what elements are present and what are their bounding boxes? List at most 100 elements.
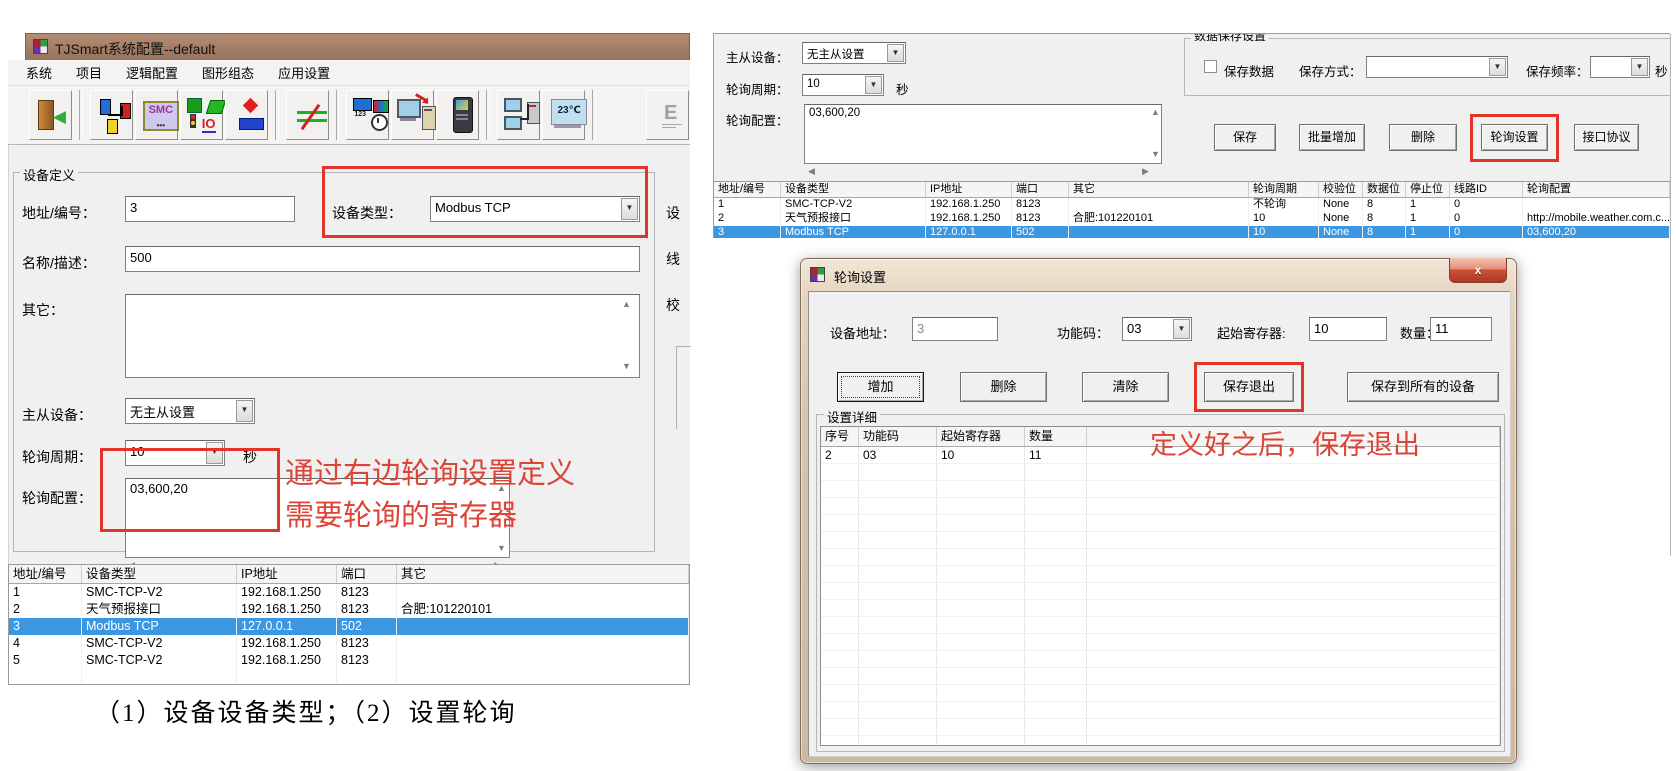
toolbar-marker-button[interactable] (225, 90, 268, 140)
column-header[interactable]: 起始寄存器 (937, 427, 1025, 446)
delete-button[interactable]: 删除 (1389, 124, 1457, 151)
column-header[interactable]: 地址/编号 (714, 182, 781, 197)
address-input[interactable]: 3 (125, 196, 295, 222)
toolbar-devices-button[interactable] (90, 90, 133, 140)
table-row[interactable]: 1SMC-TCP-V2192.168.1.2508123 (9, 584, 689, 601)
save-data-checkbox[interactable] (1204, 60, 1217, 73)
table-cell (937, 600, 1025, 617)
toolbar-smc-button[interactable]: SMC••• (135, 90, 178, 140)
column-header[interactable]: 其它 (1069, 182, 1249, 197)
table-row[interactable]: 2天气预报接口192.168.1.2508123合肥:101220101 (9, 601, 689, 618)
save-button[interactable]: 保存 (1214, 124, 1276, 151)
device-address-input[interactable]: 3 (912, 317, 998, 341)
empty-table-row (821, 617, 1500, 634)
dropdown-arrow-icon[interactable]: ▼ (1631, 58, 1648, 76)
column-header[interactable]: 数量 (1025, 427, 1087, 446)
start-register-input[interactable]: 10 (1309, 317, 1387, 341)
column-header[interactable]: 序号 (821, 427, 859, 446)
scroll-up-icon[interactable]: ▲ (1151, 108, 1160, 117)
table-cell: 1 (9, 584, 82, 601)
toolbar-computer-export-button[interactable] (391, 90, 434, 140)
scroll-left-icon[interactable]: ◀ (808, 167, 815, 176)
protocol-button[interactable]: 接口协议 (1574, 124, 1639, 151)
menu-item-3[interactable]: 图形组态 (194, 61, 262, 84)
device-type-select[interactable]: Modbus TCP ▼ (430, 196, 640, 222)
master-slave-select[interactable]: 无主从设置 ▼ (802, 42, 906, 64)
column-header[interactable]: IP地址 (926, 182, 1012, 197)
main-window-titlebar[interactable]: TJSmart系统配置--default (25, 33, 690, 60)
clear-button[interactable]: 清除 (1082, 372, 1169, 402)
scroll-down-icon[interactable]: ▼ (497, 544, 506, 553)
table-row[interactable]: 1SMC-TCP-V2192.168.1.2508123不轮询None810 (714, 198, 1670, 212)
column-header[interactable]: 轮询配置 (1523, 182, 1670, 197)
master-slave-select[interactable]: 无主从设置 ▼ (125, 398, 255, 424)
table-row[interactable]: 3Modbus TCP127.0.0.1502 (9, 618, 689, 635)
toolbar-editor-button[interactable]: E (646, 90, 689, 140)
column-header[interactable]: 设备类型 (82, 565, 237, 583)
table-cell (397, 618, 689, 635)
column-header[interactable]: 端口 (337, 565, 397, 583)
close-icon[interactable]: x (1449, 258, 1507, 283)
delete-button[interactable]: 删除 (960, 372, 1047, 402)
toolbar-exit-button[interactable]: ◀ (29, 90, 72, 140)
poll-period-select[interactable]: 10 ▼ (125, 440, 225, 466)
save-mode-select[interactable]: ▼ (1366, 56, 1508, 78)
save-freq-select[interactable]: ▼ (1590, 56, 1650, 78)
scroll-up-icon[interactable]: ▲ (622, 300, 631, 309)
column-header[interactable]: 其它 (397, 565, 689, 583)
quantity-input[interactable]: 11 (1430, 317, 1492, 341)
function-code-select[interactable]: 03 ▼ (1122, 317, 1192, 341)
dropdown-arrow-icon[interactable]: ▼ (1173, 319, 1190, 339)
menu-item-2[interactable]: 逻辑配置 (118, 61, 186, 84)
dropdown-arrow-icon[interactable]: ▼ (1489, 58, 1506, 76)
table-cell (397, 635, 689, 652)
menu-item-0[interactable]: 系统 (18, 61, 60, 84)
column-header[interactable]: 停止位 (1406, 182, 1450, 197)
table-cell: 2 (9, 601, 82, 618)
scroll-right-icon[interactable]: ▶ (1142, 167, 1149, 176)
poll-setup-button[interactable]: 轮询设置 (1481, 124, 1548, 151)
table-row[interactable]: 2天气预报接口192.168.1.2508123合肥:10122010110No… (714, 212, 1670, 226)
menu-item-4[interactable]: 应用设置 (270, 61, 338, 84)
table-cell: 8123 (1012, 212, 1069, 226)
dropdown-arrow-icon[interactable]: ▼ (865, 76, 882, 94)
dropdown-arrow-icon[interactable]: ▼ (621, 198, 638, 220)
column-header[interactable]: 线路ID (1450, 182, 1523, 197)
toolbar-thermostat-button[interactable]: 23℃ (542, 90, 585, 140)
column-header[interactable]: 校验位 (1319, 182, 1363, 197)
dropdown-arrow-icon[interactable]: ▼ (887, 44, 904, 62)
poll-config-label: 轮询配置： (726, 110, 789, 129)
column-header[interactable]: 设备类型 (781, 182, 926, 197)
toolbar-monitor-clock-button[interactable]: 123 (346, 90, 389, 140)
poll-config-textarea[interactable]: 03,600,20 (804, 104, 1162, 164)
table-row[interactable]: 4SMC-TCP-V2192.168.1.2508123 (9, 635, 689, 652)
table-cell (1087, 702, 1500, 719)
save-all-devices-button[interactable]: 保存到所有的设备 (1347, 372, 1499, 402)
toolbar-handheld-button[interactable] (436, 90, 479, 140)
scroll-down-icon[interactable]: ▼ (622, 362, 631, 371)
save-exit-button[interactable]: 保存退出 (1204, 372, 1294, 402)
other-textarea[interactable] (125, 294, 640, 378)
table-row[interactable]: 5SMC-TCP-V2192.168.1.2508123 (9, 652, 689, 669)
column-header[interactable]: 功能码 (859, 427, 937, 446)
toolbar-network-button[interactable] (497, 90, 540, 140)
dropdown-arrow-icon[interactable]: ▼ (236, 400, 253, 422)
toolbar-io-module-button[interactable]: IO (180, 90, 223, 140)
table-cell: 2 (821, 447, 859, 464)
scroll-down-icon[interactable]: ▼ (1151, 150, 1160, 159)
column-header[interactable]: 地址/编号 (9, 565, 82, 583)
menu-item-1[interactable]: 项目 (68, 61, 110, 84)
column-header[interactable]: 轮询周期 (1249, 182, 1319, 197)
column-header[interactable]: IP地址 (237, 565, 337, 583)
name-input[interactable]: 500 (125, 246, 640, 272)
batch-add-button[interactable]: 批量增加 (1299, 124, 1365, 151)
poll-period-select[interactable]: 10 ▼ (802, 74, 884, 96)
table-cell (1025, 668, 1087, 685)
toolbar-not-equal-button[interactable] (286, 90, 329, 140)
table-row[interactable]: 3Modbus TCP127.0.0.150210None81003,600,2… (714, 226, 1670, 238)
column-header[interactable]: 端口 (1012, 182, 1069, 197)
add-button[interactable]: 增加 (837, 372, 924, 402)
column-header[interactable]: 数据位 (1363, 182, 1406, 197)
dropdown-arrow-icon[interactable]: ▼ (206, 442, 223, 464)
poll-period-unit: 秒 (243, 447, 257, 467)
